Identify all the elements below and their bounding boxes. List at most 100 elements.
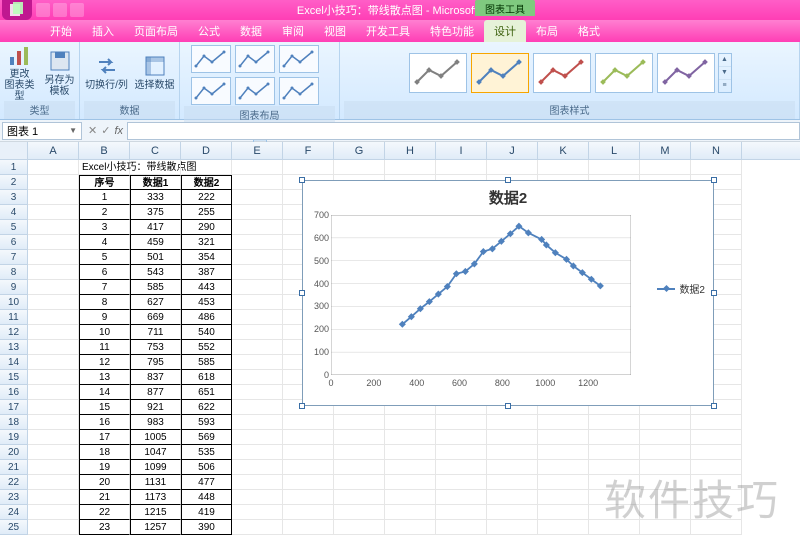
cell[interactable]: 669 xyxy=(130,310,181,325)
cell[interactable]: 443 xyxy=(181,280,232,295)
cell[interactable] xyxy=(232,520,283,535)
cell[interactable]: 23 xyxy=(79,520,130,535)
cell[interactable] xyxy=(283,490,334,505)
cell[interactable] xyxy=(487,430,538,445)
tab-公式[interactable]: 公式 xyxy=(188,20,230,42)
chart-layout-thumb[interactable] xyxy=(191,77,231,105)
cell[interactable]: 983 xyxy=(130,415,181,430)
cell[interactable] xyxy=(385,490,436,505)
row-header[interactable]: 21 xyxy=(0,460,28,475)
cell[interactable]: 506 xyxy=(181,460,232,475)
cell[interactable]: 3 xyxy=(79,220,130,235)
cell[interactable] xyxy=(589,445,640,460)
cell[interactable] xyxy=(232,400,283,415)
row-header[interactable]: 25 xyxy=(0,520,28,535)
tab-特色功能[interactable]: 特色功能 xyxy=(420,20,484,42)
cell[interactable] xyxy=(232,460,283,475)
cell[interactable]: 255 xyxy=(181,205,232,220)
cell[interactable]: 375 xyxy=(130,205,181,220)
row-header[interactable]: 1 xyxy=(0,160,28,175)
cell[interactable] xyxy=(181,160,232,175)
cell[interactable] xyxy=(28,520,79,535)
cell[interactable] xyxy=(232,430,283,445)
cell[interactable] xyxy=(232,205,283,220)
cell[interactable] xyxy=(232,385,283,400)
cell[interactable] xyxy=(232,490,283,505)
cell[interactable] xyxy=(334,475,385,490)
cell[interactable]: 19 xyxy=(79,460,130,475)
row-header[interactable]: 24 xyxy=(0,505,28,520)
cell[interactable] xyxy=(232,190,283,205)
cell[interactable] xyxy=(589,415,640,430)
cell[interactable] xyxy=(28,430,79,445)
cell[interactable] xyxy=(385,475,436,490)
cell[interactable] xyxy=(28,460,79,475)
row-header[interactable]: 4 xyxy=(0,205,28,220)
cell[interactable] xyxy=(385,445,436,460)
cell[interactable]: 417 xyxy=(130,220,181,235)
cell[interactable] xyxy=(232,505,283,520)
cell[interactable] xyxy=(28,235,79,250)
resize-handle[interactable] xyxy=(299,403,305,409)
cell[interactable] xyxy=(28,265,79,280)
cell[interactable] xyxy=(28,220,79,235)
tab-页面布局[interactable]: 页面布局 xyxy=(124,20,188,42)
cell[interactable] xyxy=(538,160,589,175)
cell[interactable] xyxy=(538,415,589,430)
cell[interactable]: 1215 xyxy=(130,505,181,520)
cell[interactable]: 618 xyxy=(181,370,232,385)
cell[interactable] xyxy=(28,175,79,190)
resize-handle[interactable] xyxy=(299,290,305,296)
cell[interactable] xyxy=(232,160,283,175)
cell[interactable] xyxy=(538,475,589,490)
cell[interactable] xyxy=(436,160,487,175)
cell[interactable]: 序号 xyxy=(79,175,130,190)
cell[interactable]: 354 xyxy=(181,250,232,265)
save-as-template-button[interactable]: 另存为 模板 xyxy=(41,45,79,101)
cell[interactable]: 1047 xyxy=(130,445,181,460)
cell[interactable] xyxy=(232,415,283,430)
chart-layout-thumb[interactable] xyxy=(235,77,275,105)
cell[interactable]: 18 xyxy=(79,445,130,460)
cell[interactable] xyxy=(283,430,334,445)
column-header[interactable]: E xyxy=(232,142,283,159)
column-header[interactable]: M xyxy=(640,142,691,159)
style-scroller[interactable]: ▲▼≡ xyxy=(718,53,732,93)
cell[interactable] xyxy=(640,520,691,535)
column-header[interactable]: D xyxy=(181,142,232,159)
cell[interactable] xyxy=(283,505,334,520)
resize-handle[interactable] xyxy=(711,290,717,296)
resize-handle[interactable] xyxy=(711,177,717,183)
cell[interactable] xyxy=(334,430,385,445)
chart-layout-thumb[interactable] xyxy=(235,45,275,73)
cell[interactable] xyxy=(334,460,385,475)
cell[interactable] xyxy=(691,160,742,175)
tab-数据[interactable]: 数据 xyxy=(230,20,272,42)
cell[interactable] xyxy=(28,505,79,520)
cell[interactable]: 1 xyxy=(79,190,130,205)
cell[interactable] xyxy=(487,520,538,535)
cell[interactable] xyxy=(538,460,589,475)
chevron-down-icon[interactable]: ▼ xyxy=(69,126,77,135)
cell[interactable] xyxy=(691,490,742,505)
cell[interactable]: 622 xyxy=(181,400,232,415)
cell[interactable] xyxy=(232,445,283,460)
cell[interactable] xyxy=(28,310,79,325)
tab-格式[interactable]: 格式 xyxy=(568,20,610,42)
cell[interactable] xyxy=(385,415,436,430)
chart-layout-thumb[interactable] xyxy=(279,77,319,105)
cell[interactable]: 13 xyxy=(79,370,130,385)
cell[interactable] xyxy=(538,430,589,445)
cell[interactable]: 711 xyxy=(130,325,181,340)
chart-layout-thumb[interactable] xyxy=(279,45,319,73)
cell[interactable] xyxy=(487,160,538,175)
cell[interactable] xyxy=(28,325,79,340)
cell[interactable] xyxy=(28,190,79,205)
cell[interactable]: 535 xyxy=(181,445,232,460)
row-header[interactable]: 3 xyxy=(0,190,28,205)
resize-handle[interactable] xyxy=(505,403,511,409)
row-header[interactable]: 22 xyxy=(0,475,28,490)
cell[interactable] xyxy=(283,160,334,175)
cell[interactable]: 390 xyxy=(181,520,232,535)
cell[interactable] xyxy=(283,475,334,490)
